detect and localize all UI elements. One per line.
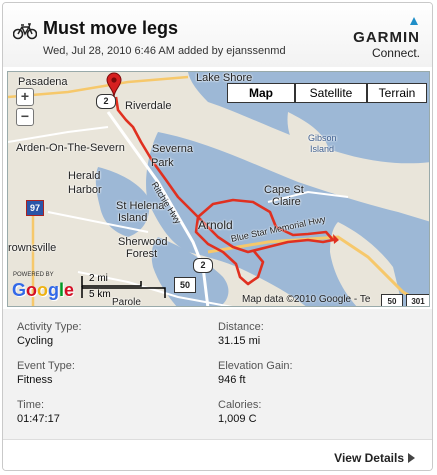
map-label-severna-park: Park: [151, 157, 174, 169]
highway-shield-97: 97: [26, 200, 44, 216]
map-label-herald: Herald: [68, 170, 101, 182]
stat-value: 01:47:17: [17, 413, 60, 425]
stat-calories: Calories: 1,009 C: [218, 399, 261, 425]
brand-name: GARMIN: [353, 29, 420, 46]
garmin-triangle-icon: [410, 17, 418, 25]
scale-mi-label: 2 mi: [89, 273, 108, 284]
stat-label: Calories:: [218, 399, 262, 411]
highway-shield-2b: 2: [193, 258, 213, 273]
map-label-arnold: Arnold: [198, 218, 233, 232]
map-attribution: Map data ©2010 Google - Te: [242, 294, 371, 305]
arrow-right-icon[interactable]: [408, 453, 415, 463]
map-label-gibson-island: Island: [310, 144, 335, 154]
stat-distance: Distance: 31.15 mi: [218, 321, 264, 347]
map-label-pasadena: Pasadena: [18, 76, 68, 88]
stat-activity-type: Activity Type: Cycling: [17, 321, 82, 347]
stat-label: Distance:: [218, 321, 264, 333]
highway-shield-50b: 50: [381, 294, 403, 306]
map-label-arden: Arden-On-The-Severn: [16, 142, 125, 154]
activity-stats: Activity Type: Cycling Distance: 31.15 m…: [3, 309, 432, 439]
map-label-riverdale: Riverdale: [125, 100, 172, 112]
start-marker-icon[interactable]: [106, 72, 122, 98]
highway-shield-301: 301: [406, 294, 429, 306]
garmin-connect-logo[interactable]: GARMIN Connect.: [330, 17, 420, 61]
stat-label: Event Type:: [17, 360, 75, 372]
zoom-control: + −: [16, 88, 34, 140]
widget-footer: View Details: [3, 439, 432, 470]
google-logo[interactable]: Google: [12, 280, 74, 301]
activity-subtitle: Wed, Jul 28, 2010 6:46 AM added by ejans…: [43, 45, 286, 57]
stat-label: Activity Type:: [17, 321, 82, 333]
powered-by-label: POWERED BY: [13, 272, 54, 278]
map-label-sherwood-forest: Forest: [126, 248, 158, 260]
view-details-link[interactable]: View Details: [334, 451, 404, 465]
map-scale: 2 mi 5 km: [81, 272, 171, 302]
stat-value: 946 ft: [218, 374, 246, 386]
stat-event-type: Event Type: Fitness: [17, 360, 75, 386]
zoom-in-button[interactable]: +: [16, 88, 34, 106]
stat-value: 1,009 C: [218, 413, 257, 425]
zoom-out-button[interactable]: −: [16, 108, 34, 126]
map-label-cape-claire: Claire: [272, 196, 301, 208]
bicycle-icon: [13, 23, 37, 40]
stat-time: Time: 01:47:17: [17, 399, 60, 425]
map-label-st-helena: St Helena: [116, 200, 165, 212]
map-label-rownsville: rownsville: [8, 242, 57, 254]
stat-value: Fitness: [17, 374, 53, 386]
scale-km-label: 5 km: [89, 289, 111, 300]
stat-value: Cycling: [17, 335, 54, 347]
map-type-satellite-button[interactable]: Satellite: [295, 83, 367, 103]
widget-header: Must move legs Wed, Jul 28, 2010 6:46 AM…: [3, 3, 432, 67]
brand-sub: Connect.: [371, 46, 420, 60]
map-label-cape: Cape St: [264, 184, 304, 196]
map-label-sherwood: Sherwood: [118, 236, 168, 248]
activity-title: Must move legs: [43, 18, 179, 38]
stat-value: 31.15 mi: [218, 335, 261, 347]
stat-label: Time:: [17, 399, 45, 411]
activity-widget: Must move legs Wed, Jul 28, 2010 6:46 AM…: [2, 2, 433, 471]
stat-elevation-gain: Elevation Gain: 946 ft: [218, 360, 293, 386]
map-label-herald-harbor: Harbor: [68, 184, 102, 196]
map-label-gibson: Gibson: [308, 133, 337, 143]
map-type-terrain-button[interactable]: Terrain: [367, 83, 427, 103]
map-label-severna: Severna: [152, 143, 193, 155]
route-map[interactable]: Pasadena Lake Shore Riverdale Arden-On-T…: [7, 71, 430, 307]
map-type-map-button[interactable]: Map: [227, 83, 295, 103]
stat-label: Elevation Gain:: [218, 360, 293, 372]
map-label-st-helena-island: Island: [118, 212, 148, 224]
highway-shield-50: 50: [174, 277, 196, 293]
